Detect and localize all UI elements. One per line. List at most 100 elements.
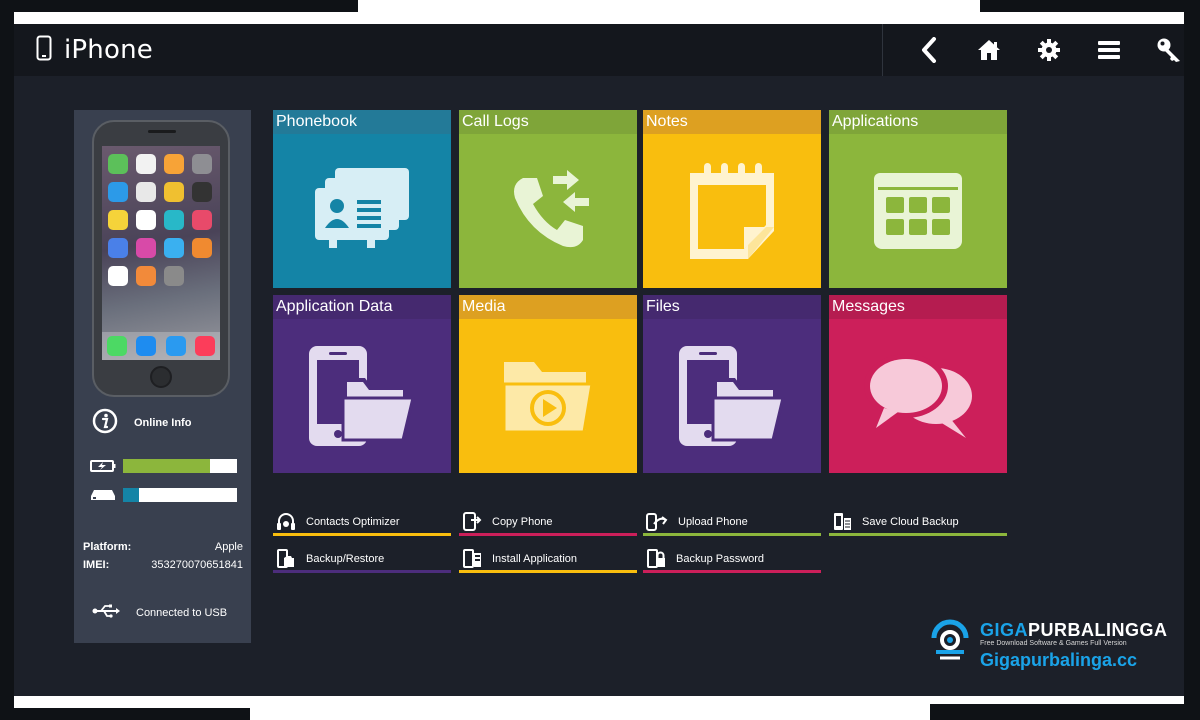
platform-row: Platform: Apple (83, 541, 243, 553)
tile-label: Phonebook (273, 110, 451, 134)
frame-edge-left (0, 0, 14, 720)
cloud-backup-icon (832, 512, 852, 532)
frame-edge-bottom-left (0, 708, 250, 720)
key-icon (1157, 38, 1180, 62)
tile-application-data[interactable]: Application Data (273, 295, 451, 473)
action-save-cloud-backup[interactable]: Save Cloud Backup (829, 508, 1007, 536)
platform-value: Apple (214, 541, 243, 553)
license-key-button[interactable] (1139, 30, 1199, 70)
action-label: Copy Phone (492, 516, 553, 528)
online-info-label: Online Info (134, 416, 192, 429)
device-panel: Online Info Platform: Apple IMEI: 353270… (74, 110, 251, 643)
action-label: Backup/Restore (306, 553, 385, 565)
device-app-grid (108, 154, 212, 286)
connection-label: Connected to USB (136, 606, 228, 619)
media-folder-icon (459, 319, 637, 473)
tile-label: Files (643, 295, 821, 319)
home-icon (978, 40, 1000, 60)
watermark-logo-icon (931, 619, 969, 660)
imei-value: 353270070651841 (151, 559, 243, 571)
device-home-button (150, 366, 172, 388)
battery-bar (123, 459, 237, 473)
backup-password-icon (646, 549, 666, 569)
action-upload-phone[interactable]: Upload Phone (643, 508, 821, 536)
action-underline (643, 533, 821, 536)
action-label: Upload Phone (678, 516, 748, 528)
action-backup-password[interactable]: Backup Password (643, 545, 821, 573)
frame-edge-right (1184, 12, 1200, 704)
menu-icon (1098, 41, 1120, 59)
phone-folder-icon (643, 319, 821, 473)
settings-button[interactable] (1019, 30, 1079, 70)
device-image (92, 120, 230, 397)
info-icon (92, 408, 118, 437)
action-label: Contacts Optimizer (306, 516, 400, 528)
storage-bar-fill (123, 488, 139, 502)
tile-label: Media (459, 295, 637, 319)
watermark-url: Gigapurbalinga.cc (980, 650, 1138, 670)
home-button[interactable] (959, 30, 1019, 70)
action-underline (273, 533, 451, 536)
tile-applications[interactable]: Applications (829, 110, 1007, 288)
watermark-tagline: Free Download Software & Games Full Vers… (980, 640, 1127, 647)
notepad-icon (643, 134, 821, 288)
screenshot-frame: iPhone Online Info Platform: Apple IMEI:… (0, 0, 1200, 720)
tile-label: Call Logs (459, 110, 637, 134)
watermark: GIGAPURBALINGGA Free Download Software &… (926, 612, 1168, 672)
action-underline (459, 533, 637, 536)
toolbar (899, 30, 1199, 70)
menu-button[interactable] (1079, 30, 1139, 70)
device-dock (102, 332, 220, 360)
action-label: Save Cloud Backup (862, 516, 959, 528)
storage-bar (123, 488, 237, 502)
action-contacts-optimizer[interactable]: Contacts Optimizer (273, 508, 451, 536)
chat-bubbles-icon (829, 319, 1007, 473)
platform-label: Platform: (83, 541, 132, 553)
frame-edge-bottom-right (930, 704, 1200, 720)
watermark-brand: GIGAPURBALINGGA (980, 620, 1168, 641)
install-app-icon (462, 549, 482, 569)
action-label: Install Application (492, 553, 577, 565)
tile-media[interactable]: Media (459, 295, 637, 473)
window-title: iPhone (64, 35, 153, 65)
imei-row: IMEI: 353270070651841 (83, 559, 243, 571)
action-underline (829, 533, 1007, 536)
tile-phonebook[interactable]: Phonebook (273, 110, 451, 288)
title-separator (882, 24, 883, 76)
copy-phone-icon (462, 512, 482, 532)
gear-icon (1038, 39, 1060, 61)
tile-messages[interactable]: Messages (829, 295, 1007, 473)
headset-icon (276, 512, 296, 532)
title-bar: iPhone (14, 24, 1184, 76)
backup-restore-icon (276, 549, 296, 569)
tile-label: Messages (829, 295, 1007, 319)
action-underline (273, 570, 451, 573)
upload-phone-icon (646, 512, 668, 532)
watermark-brand-b: PURBALINGGA (1028, 620, 1168, 640)
imei-label: IMEI: (83, 559, 110, 571)
tile-call-logs[interactable]: Call Logs (459, 110, 637, 288)
watermark-brand-a: GIGA (980, 620, 1029, 640)
battery-bar-fill (123, 459, 210, 473)
phone-arrows-icon (459, 134, 637, 288)
frame-edge-top-left (0, 0, 358, 12)
back-icon (922, 37, 936, 63)
app-grid-icon (829, 134, 1007, 288)
connection-row: Connected to USB (92, 604, 227, 621)
usb-icon (92, 604, 120, 621)
action-install-application[interactable]: Install Application (459, 545, 637, 573)
tile-files[interactable]: Files (643, 295, 821, 473)
frame-edge-top-right (980, 0, 1200, 12)
storage-icon (90, 488, 116, 507)
iphone-icon (36, 35, 52, 66)
action-backup-restore[interactable]: Backup/Restore (273, 545, 451, 573)
window-title-area: iPhone (36, 32, 153, 68)
action-copy-phone[interactable]: Copy Phone (459, 508, 637, 536)
action-label: Backup Password (676, 553, 765, 565)
back-button[interactable] (899, 30, 959, 70)
action-underline (459, 570, 637, 573)
battery-icon (90, 459, 116, 477)
online-info-row[interactable]: Online Info (92, 408, 191, 437)
action-underline (643, 570, 821, 573)
tile-notes[interactable]: Notes (643, 110, 821, 288)
